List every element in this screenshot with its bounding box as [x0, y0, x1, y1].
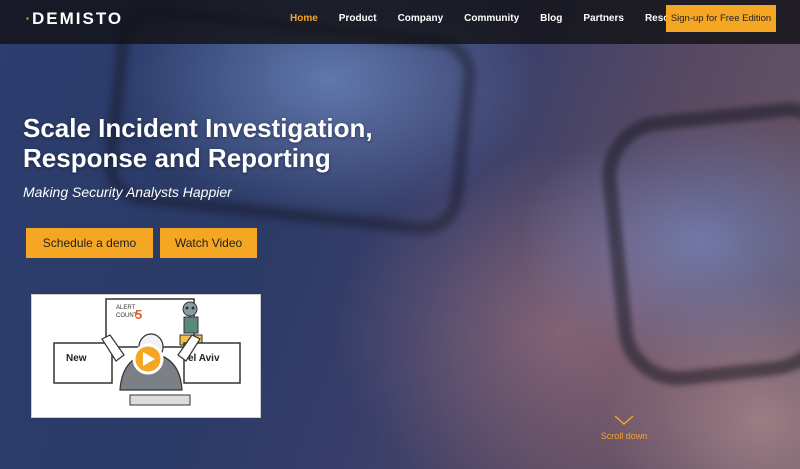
- nav-links: Home Product Company Community Blog Part…: [290, 13, 696, 24]
- schedule-demo-button[interactable]: Schedule a demo: [26, 228, 153, 258]
- video-thumbnail[interactable]: ALERT COUNT 5 New el Aviv: [31, 294, 261, 418]
- nav-product[interactable]: Product: [339, 13, 377, 24]
- alert-label-1: ALERT: [116, 305, 136, 311]
- hero-headline: Scale Incident Investigation, Response a…: [23, 113, 443, 173]
- city-right: el Aviv: [188, 353, 220, 364]
- nav-home[interactable]: Home: [290, 13, 318, 24]
- play-button: [132, 343, 164, 375]
- brand-logo[interactable]: ▪ DEMISTO: [26, 9, 124, 29]
- top-navbar: ▪ DEMISTO Home Product Company Community…: [0, 0, 800, 44]
- city-left: New: [66, 353, 87, 364]
- chevron-down-icon: [614, 415, 634, 425]
- background-glasses-frame: [596, 98, 800, 392]
- nav-partners[interactable]: Partners: [583, 13, 624, 24]
- alert-count: 5: [135, 307, 142, 322]
- nav-company[interactable]: Company: [398, 13, 444, 24]
- watch-video-button[interactable]: Watch Video: [160, 228, 257, 258]
- video-illustration: ALERT COUNT 5 New el Aviv: [53, 298, 241, 406]
- brand-name: DEMISTO: [32, 9, 124, 28]
- headline-line-2: Response and Reporting: [23, 143, 331, 173]
- hero-subheadline: Making Security Analysts Happier: [23, 184, 232, 200]
- headline-line-1: Scale Incident Investigation,: [23, 113, 373, 143]
- nav-blog[interactable]: Blog: [540, 13, 562, 24]
- signup-button[interactable]: Sign-up for Free Edition: [666, 5, 776, 32]
- nav-community[interactable]: Community: [464, 13, 519, 24]
- logo-accent-dot: ▪: [26, 14, 31, 23]
- scroll-down-label: Scroll down: [600, 431, 648, 441]
- scroll-down-link[interactable]: Scroll down: [594, 415, 654, 441]
